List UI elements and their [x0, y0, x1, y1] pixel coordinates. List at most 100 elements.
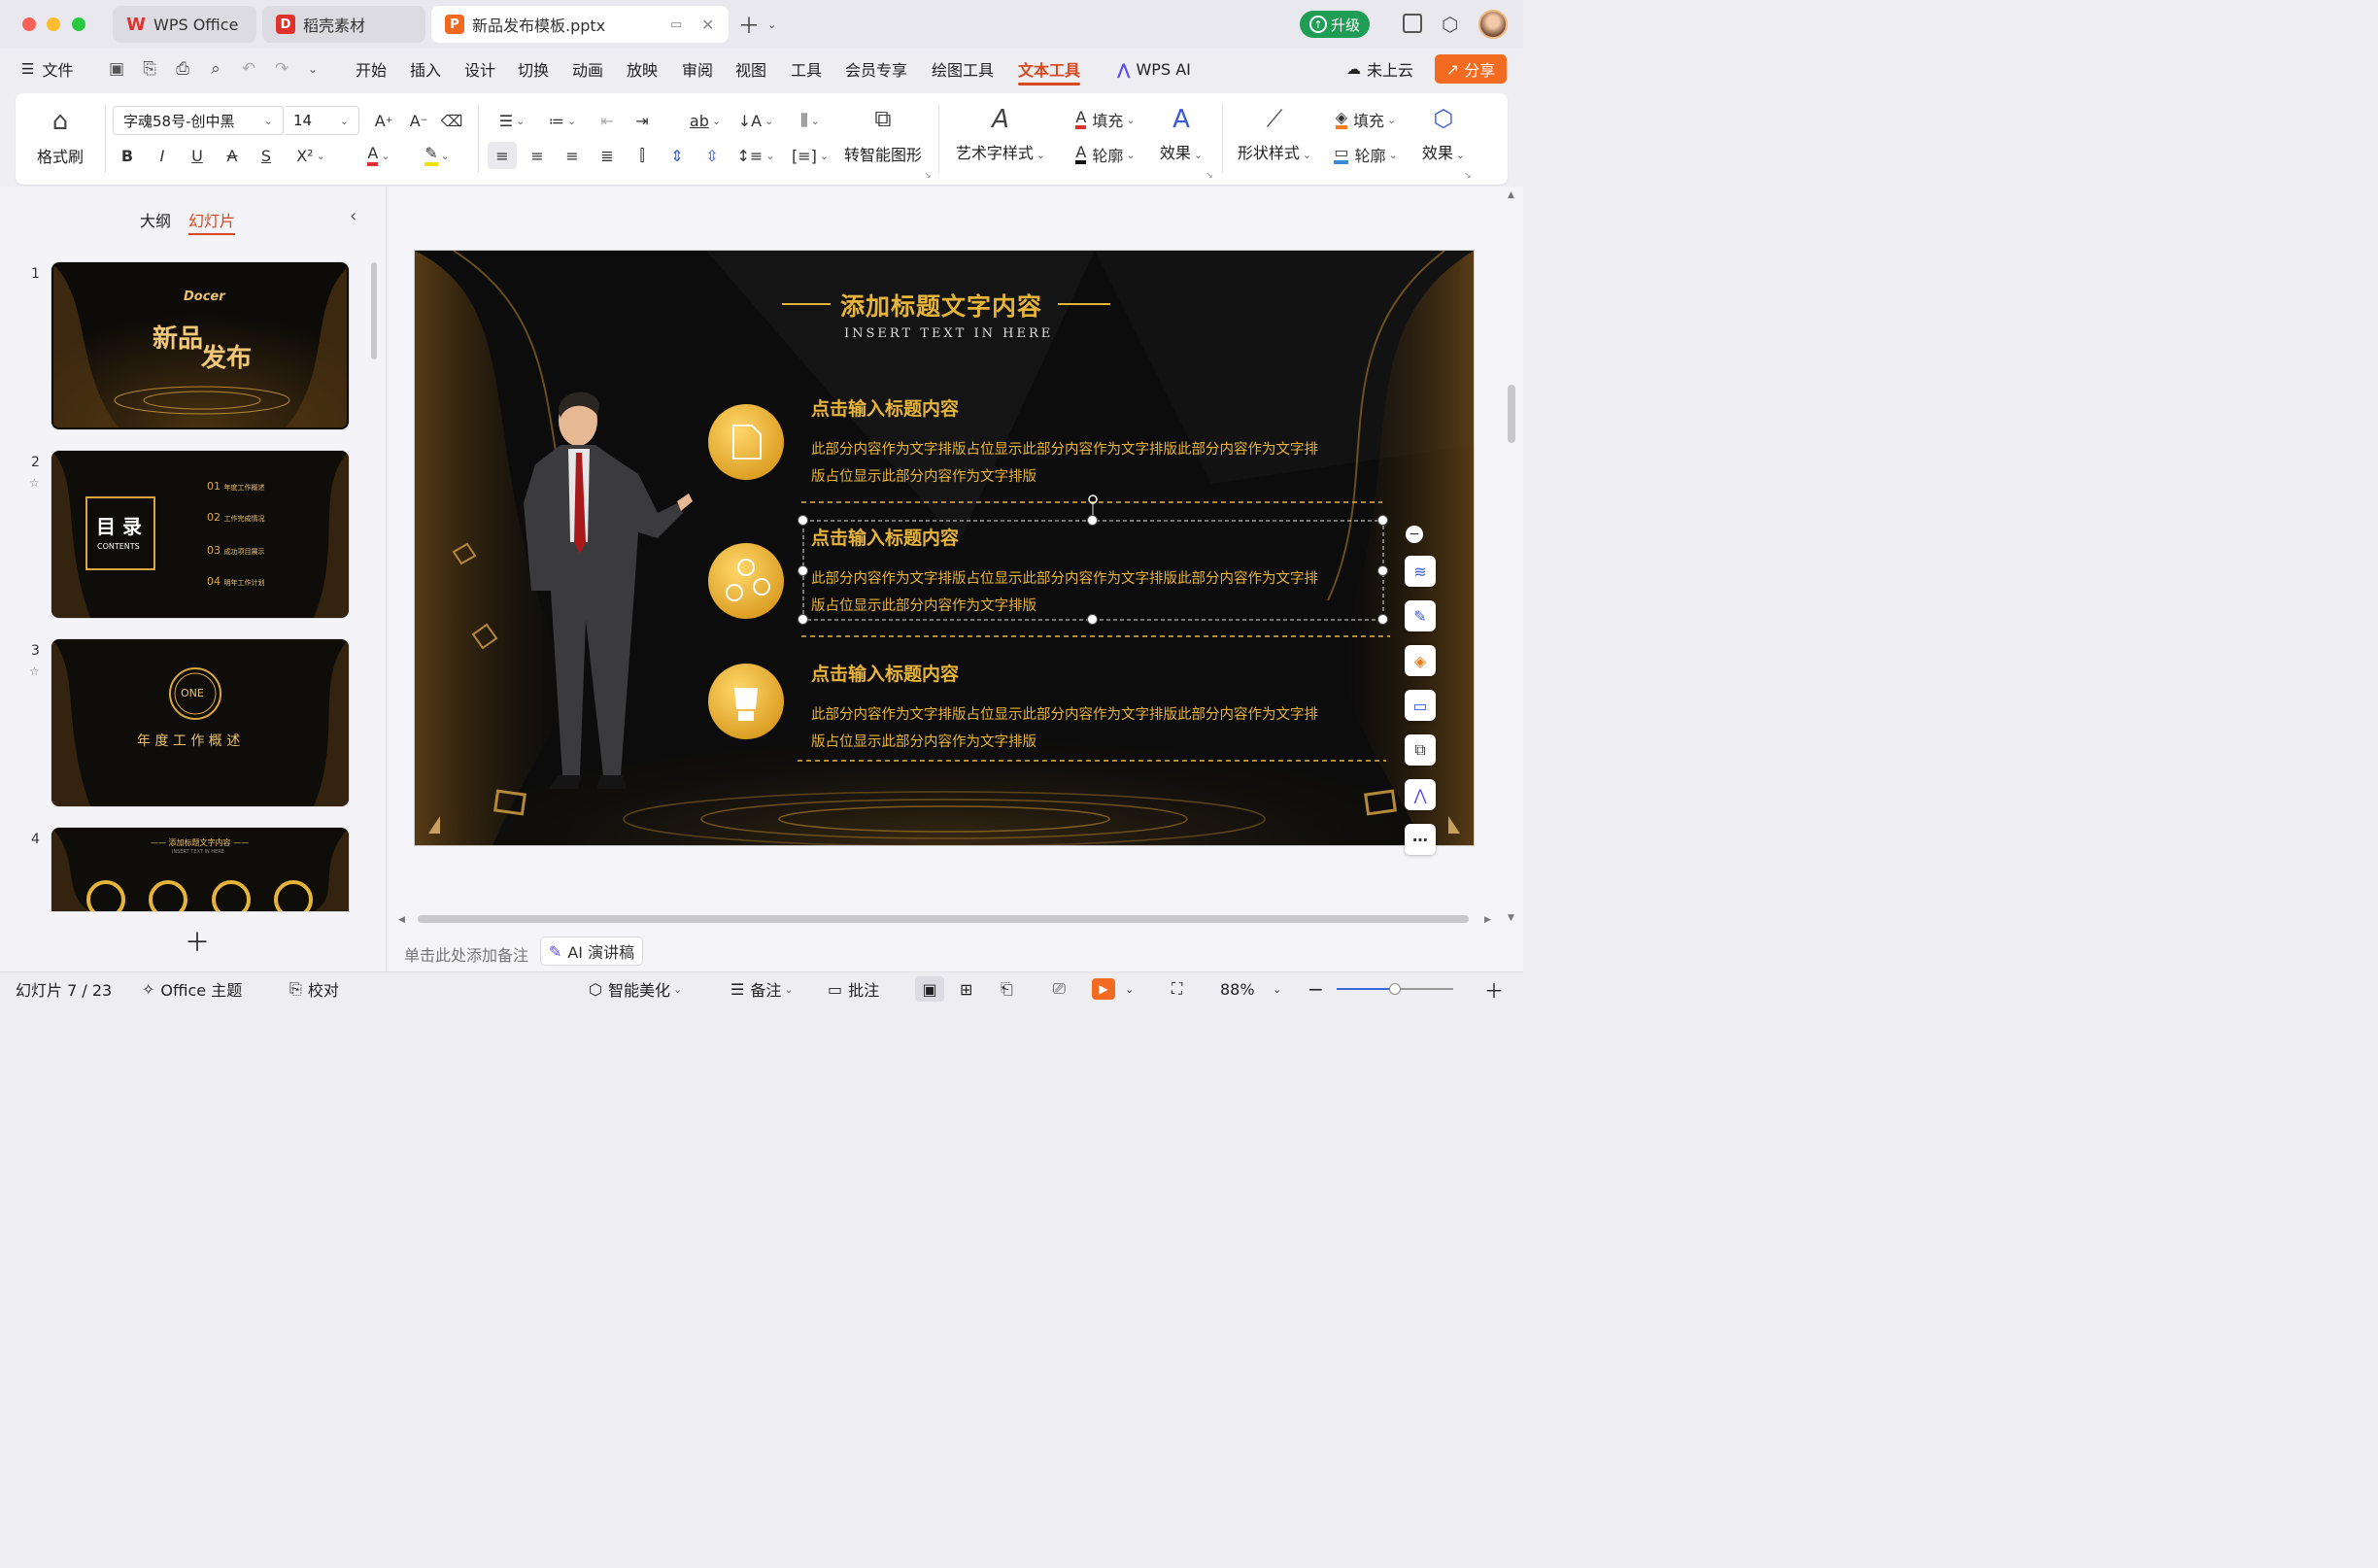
projector-icon[interactable]: ⎚ [1053, 972, 1066, 1006]
text-direction-icon[interactable]: ab ⌄ [686, 109, 725, 132]
slide-thumbnail-4[interactable]: —— 添加标题文字内容 —— INSERT TEXT IN HERE [51, 828, 349, 911]
increase-indent-icon[interactable]: ⇥ [629, 109, 655, 132]
star-icon[interactable]: ☆ [29, 665, 40, 678]
menu-wps-ai[interactable]: ⋀ WPS AI [1117, 49, 1191, 89]
smart-graphic-icon[interactable]: ⧉ [1405, 734, 1436, 766]
strikethrough-icon[interactable]: A [220, 144, 245, 167]
increase-font-icon[interactable]: A + [371, 109, 396, 132]
window-layout-icon[interactable] [1403, 14, 1422, 33]
scroll-left-icon[interactable]: ◀ [398, 915, 405, 925]
content-block-2[interactable]: 点击输入标题内容 此部分内容作为文字排版占位显示此部分内容作为文字排版此部分内容… [811, 524, 1394, 620]
share-button[interactable]: ↗ 分享 [1435, 54, 1507, 84]
scroll-right-icon[interactable]: ▶ [1484, 915, 1491, 925]
fit-window-icon[interactable]: ⛶ [1172, 972, 1182, 1006]
redo-icon[interactable]: ↷ [272, 59, 291, 79]
font-color-button[interactable]: A ⌄ [359, 142, 398, 169]
sort-icon[interactable]: ↓A ⌄ [736, 109, 775, 132]
italic-icon[interactable]: I [150, 144, 175, 167]
new-tab-button[interactable]: ＋ ⌄ [738, 12, 776, 39]
menu-slideshow[interactable]: 放映 [627, 49, 658, 89]
print-preview-icon[interactable]: ⌕ [206, 59, 225, 79]
outline-box-icon[interactable]: ▭ [1405, 690, 1436, 721]
menu-drawing-tools[interactable]: 绘图工具 [932, 49, 994, 89]
columns-icon[interactable]: ⫼ ⌄ [791, 109, 830, 132]
tab-slides[interactable]: 幻灯片 [188, 208, 236, 235]
content-block-3[interactable]: 点击输入标题内容 此部分内容作为文字排版占位显示此部分内容作为文字排版此部分内容… [811, 660, 1394, 756]
resize-handle[interactable] [798, 515, 808, 526]
menu-insert[interactable]: 插入 [410, 49, 441, 89]
bullet-list-icon[interactable]: ☰ ⌄ [493, 109, 530, 132]
zoom-in-icon[interactable]: ＋ [1484, 972, 1504, 1006]
wps-ai-icon[interactable]: ⋀ [1405, 779, 1436, 810]
slide-canvas[interactable]: 添加标题文字内容 INSERT TEXT IN HERE 点击输入标题内容 此部… [415, 251, 1474, 845]
theme-button[interactable]: ✧ Office 主题 [142, 972, 242, 1006]
text-fill-button[interactable]: A 填充 ⌄ [1069, 107, 1142, 132]
star-icon[interactable]: ☆ [29, 476, 40, 490]
align-left-icon[interactable]: ≡ [488, 142, 517, 169]
numbered-list-icon[interactable]: ≔ ⌄ [544, 109, 581, 132]
panel-scrollbar[interactable] [371, 262, 377, 359]
close-tab-icon[interactable]: ✕ [701, 16, 714, 34]
tab-docer[interactable]: D 稻壳素材 [262, 6, 425, 43]
style-brush-icon[interactable]: ✎ [1405, 600, 1436, 631]
vertical-scrollbar[interactable] [1508, 385, 1515, 443]
notes-placeholder[interactable]: 单击此处添加备注 [404, 942, 528, 966]
underline-icon[interactable]: U [185, 144, 210, 167]
chevron-down-icon[interactable]: ⌄ [303, 59, 323, 79]
menu-design[interactable]: 设计 [464, 49, 495, 89]
menu-tools[interactable]: 工具 [791, 49, 822, 89]
decrease-font-icon[interactable]: A − [406, 109, 431, 132]
bold-icon[interactable]: B [115, 144, 140, 167]
file-menu[interactable]: ☰ 文件 [21, 49, 73, 89]
tab-wps-office[interactable]: W WPS Office [113, 6, 256, 43]
text-outline-button[interactable]: A 轮廓 ⌄ [1069, 142, 1142, 167]
proofread-button[interactable]: ⎘ 校对 [289, 972, 339, 1006]
maximize-window-button[interactable] [72, 17, 85, 31]
horizontal-scrollbar[interactable] [418, 915, 1469, 923]
menu-member[interactable]: 会员专享 [845, 49, 907, 89]
scroll-up-icon[interactable]: ▲ [1508, 190, 1514, 200]
minimize-window-button[interactable] [47, 17, 60, 31]
beautify-button[interactable]: ⬡ 智能美化 ⌄ [589, 972, 682, 1006]
slide-thumbnail-3[interactable]: ONE 年 度 工 作 概 述 [51, 639, 349, 806]
highlight-button[interactable]: ✎ ⌄ [418, 142, 457, 169]
shadow-text-icon[interactable]: S [254, 144, 279, 167]
resize-handle[interactable] [798, 565, 808, 576]
menu-review[interactable]: 审阅 [682, 49, 713, 89]
shape-outline-button[interactable]: ▭ 轮廓 ⌄ [1329, 142, 1403, 167]
expand-corner-icon[interactable]: ↘ [1463, 171, 1473, 181]
undo-icon[interactable]: ↶ [239, 59, 258, 79]
superscript-icon[interactable]: X² ⌄ [291, 144, 330, 167]
upgrade-button[interactable]: ↑ 升级 [1300, 11, 1370, 38]
collapse-panel-icon[interactable]: ‹ [350, 206, 357, 226]
cloud-status-button[interactable]: ☁ 未上云 [1346, 49, 1413, 89]
menu-text-tools[interactable]: 文本工具 [1018, 49, 1081, 89]
clear-format-icon[interactable]: ⌫ [439, 109, 464, 132]
chevron-down-icon[interactable]: ⌄ [1125, 972, 1134, 1006]
cube-icon[interactable]: ⬡ [1442, 13, 1458, 36]
decrease-indent-icon[interactable]: ⇤ [594, 109, 620, 132]
print-icon[interactable]: ⎙ [173, 59, 192, 79]
ai-speech-button[interactable]: ✎ AI 演讲稿 [540, 937, 643, 966]
reading-view-icon[interactable]: ⎗ [1001, 972, 1013, 1006]
menu-animation[interactable]: 动画 [572, 49, 603, 89]
play-slideshow-icon[interactable]: ▶ [1092, 978, 1115, 1000]
spacing-options-icon[interactable]: ↕≡ ⌄ [736, 144, 775, 167]
shape-effect-button[interactable]: ⬡ 效果 ⌄ [1414, 105, 1473, 163]
align-center-icon[interactable]: ≡ [525, 144, 550, 167]
justify-icon[interactable]: ≣ [594, 144, 620, 167]
expand-corner-icon[interactable]: ↘ [1205, 171, 1214, 181]
tab-outline[interactable]: 大纲 [140, 208, 171, 231]
format-painter-button[interactable]: ⌂ 格式刷 [33, 107, 87, 167]
normal-view-icon[interactable]: ▣ [915, 976, 944, 1002]
zoom-slider-thumb[interactable] [1389, 983, 1401, 995]
paragraph-spacing-icon[interactable]: ⇳ [699, 144, 725, 167]
menu-transition[interactable]: 切换 [518, 49, 549, 89]
collapse-toolbar-icon[interactable]: − [1406, 526, 1423, 543]
chevron-down-icon[interactable]: ⌄ [1273, 972, 1281, 1006]
export-icon[interactable]: ⎘ [140, 59, 159, 79]
zoom-level[interactable]: 88% [1220, 972, 1255, 1006]
comment-button[interactable]: ▭ 批注 [828, 972, 879, 1006]
avatar[interactable] [1478, 10, 1508, 39]
content-block-1[interactable]: 点击输入标题内容 此部分内容作为文字排版占位显示此部分内容作为文字排版此部分内容… [811, 394, 1394, 491]
